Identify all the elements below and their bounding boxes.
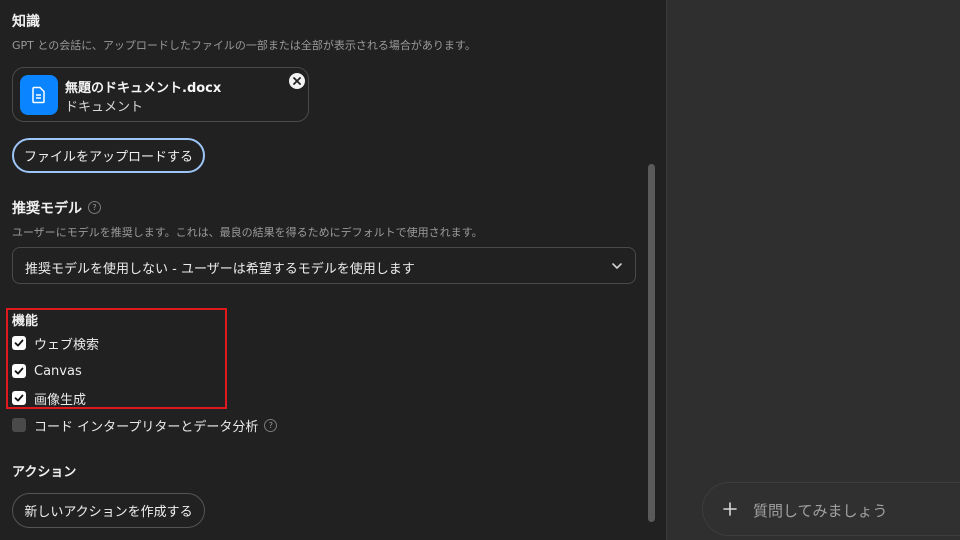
recommended-model-title: 推奨モデル bbox=[12, 201, 82, 217]
capability-label: コード インタープリターとデータ分析 bbox=[34, 419, 259, 435]
capabilities-highlight-box bbox=[6, 308, 227, 409]
scrollbar-thumb[interactable] bbox=[648, 164, 655, 522]
gpt-config-panel: 知識 GPT との会話に、アップロードしたファイルの一部または全部が表示される場… bbox=[0, 0, 666, 540]
plus-icon[interactable] bbox=[721, 500, 739, 518]
uploaded-file-card[interactable]: 無題のドキュメント.docx ドキュメント bbox=[12, 67, 309, 122]
file-type: ドキュメント bbox=[65, 100, 144, 115]
preview-chat-input[interactable]: 質問してみましょう bbox=[702, 482, 960, 536]
document-icon bbox=[20, 75, 58, 115]
create-action-button[interactable]: 新しいアクションを作成する bbox=[12, 493, 205, 528]
recommended-model-selected-value: 推奨モデルを使用しない - ユーザーは希望するモデルを使用します bbox=[25, 262, 415, 277]
checkbox-unchecked-icon[interactable] bbox=[12, 418, 26, 432]
actions-title: アクション bbox=[12, 465, 77, 480]
remove-file-close-icon[interactable] bbox=[289, 73, 305, 89]
upload-file-button[interactable]: ファイルをアップロードする bbox=[12, 138, 205, 173]
chat-input-placeholder: 質問してみましょう bbox=[753, 502, 888, 520]
recommended-model-select[interactable]: 推奨モデルを使用しない - ユーザーは希望するモデルを使用します bbox=[12, 247, 636, 284]
code-interpreter-help-icon[interactable]: ? bbox=[264, 418, 278, 432]
recommended-model-help-icon[interactable]: ? bbox=[88, 201, 101, 214]
recommended-model-description: ユーザーにモデルを推奨します。これは、最良の結果を得るためにデフォルトで使用され… bbox=[12, 226, 483, 239]
knowledge-description: GPT との会話に、アップロードしたファイルの一部または全部が表示される場合があ… bbox=[12, 39, 476, 52]
file-name: 無題のドキュメント.docx bbox=[65, 81, 222, 96]
chevron-down-icon bbox=[612, 263, 622, 269]
knowledge-title: 知識 bbox=[12, 14, 40, 30]
preview-panel bbox=[666, 0, 960, 540]
capability-code-interpreter[interactable]: コード インタープリターとデータ分析 ? bbox=[12, 416, 278, 435]
